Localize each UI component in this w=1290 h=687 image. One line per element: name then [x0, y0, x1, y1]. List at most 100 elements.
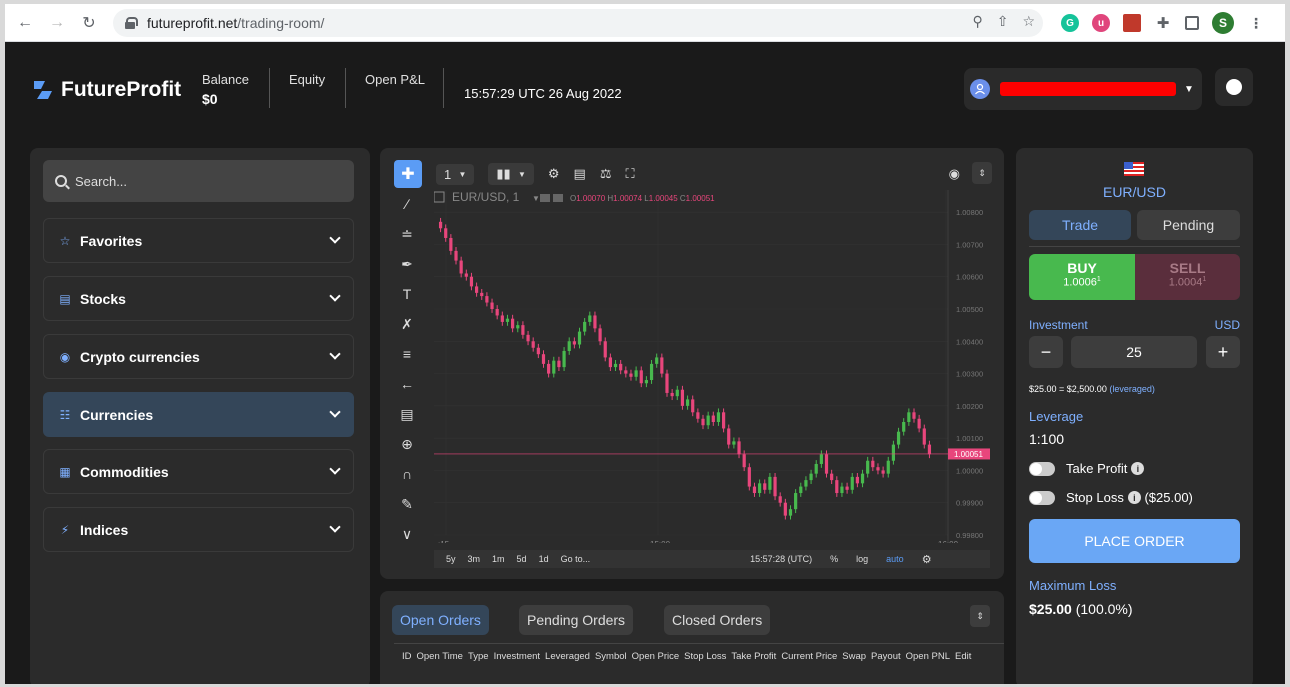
- share-icon[interactable]: ⇧: [997, 13, 1009, 30]
- text-tool-icon[interactable]: T: [403, 284, 412, 304]
- search-input[interactable]: Search...: [43, 160, 354, 202]
- y-tick-label: 1.00400: [956, 337, 983, 346]
- legend-eye-icon[interactable]: [540, 194, 550, 202]
- category-indices[interactable]: ⚡ Indices: [43, 507, 354, 552]
- candle-body: [737, 441, 741, 455]
- log-scale-toggle[interactable]: log: [856, 554, 868, 564]
- settings-icon[interactable]: ⚙: [548, 166, 560, 182]
- magnet-icon[interactable]: ∩: [402, 464, 412, 484]
- legend-settings-icon[interactable]: [553, 194, 563, 202]
- decrease-button[interactable]: −: [1029, 336, 1063, 368]
- interval-select[interactable]: 1 ▼: [436, 163, 475, 185]
- forward-icon[interactable]: →: [45, 11, 69, 35]
- camera-icon[interactable]: ◉: [949, 166, 960, 182]
- go-to-date[interactable]: Go to...: [561, 554, 591, 564]
- info-icon[interactable]: i: [1127, 491, 1141, 504]
- grammarly-extension-icon[interactable]: G: [1061, 14, 1079, 32]
- candle-body: [830, 473, 834, 481]
- orders-column-header: Edit: [955, 651, 972, 662]
- take-profit-label: Take Profit: [1066, 461, 1128, 476]
- x-tick-label: :15: [438, 540, 450, 543]
- theme-toggle-button[interactable]: [1215, 68, 1253, 106]
- chart-type-select[interactable]: ▮▮ ▼: [488, 163, 534, 185]
- candle-body: [809, 473, 813, 481]
- prediction-tool-icon[interactable]: ≡: [403, 344, 411, 364]
- category-commodities[interactable]: ▦ Commodities: [43, 449, 354, 494]
- pattern-tool-icon[interactable]: ✗: [401, 314, 413, 334]
- price-chart[interactable]: 1.00800 1.00700 1.00600 1.00500 1.00400 1.003…: [434, 190, 990, 543]
- category-stocks[interactable]: ▤ Stocks: [43, 276, 354, 321]
- tab-trade[interactable]: Trade: [1029, 210, 1131, 240]
- increase-button[interactable]: +: [1206, 336, 1240, 368]
- candle-body: [567, 341, 571, 351]
- sell-button[interactable]: SELL 1.00041: [1135, 254, 1240, 300]
- candle-body: [814, 463, 818, 474]
- auto-scale-toggle[interactable]: auto: [886, 554, 904, 564]
- address-bar[interactable]: futureprofit.net/trading-room/ ⚲ ⇧ ☆: [113, 9, 1043, 37]
- orders-column-header: Type: [467, 651, 489, 662]
- category-crypto[interactable]: ◉ Crypto currencies: [43, 334, 354, 379]
- fib-tool-icon[interactable]: ≐: [401, 224, 413, 244]
- expand-toggle-icon[interactable]: ⇕: [972, 162, 992, 184]
- candle-body: [763, 483, 767, 490]
- brand-logo[interactable]: FutureProfit: [31, 78, 181, 102]
- range-1d[interactable]: 1d: [539, 554, 549, 564]
- legend-collapse-icon[interactable]: [434, 191, 445, 203]
- expand-toggle-icon[interactable]: ⇕: [970, 605, 990, 627]
- zoom-icon[interactable]: ⚲: [972, 13, 982, 30]
- investment-input[interactable]: 25: [1071, 336, 1197, 368]
- stop-loss-toggle[interactable]: [1029, 491, 1055, 505]
- compare-icon[interactable]: ⚖: [600, 166, 612, 182]
- tab-closed-orders[interactable]: Closed Orders: [664, 605, 771, 635]
- puzzle-icon[interactable]: ✚: [1154, 14, 1172, 32]
- legend-symbol: EUR/USD, 1: [452, 190, 520, 204]
- place-order-button[interactable]: PLACE ORDER: [1029, 519, 1240, 563]
- candle-body: [747, 467, 751, 487]
- brush-tool-icon[interactable]: ✒: [401, 254, 413, 274]
- zoom-in-icon[interactable]: ⊕: [401, 434, 413, 454]
- range-3m[interactable]: 3m: [468, 554, 481, 564]
- candle-body: [639, 370, 643, 384]
- candle-body: [876, 467, 880, 471]
- candle-body: [758, 483, 762, 494]
- range-5y[interactable]: 5y: [446, 554, 456, 564]
- crosshair-icon[interactable]: ✚: [394, 160, 422, 188]
- take-profit-toggle[interactable]: [1029, 462, 1055, 476]
- candle-body: [788, 509, 793, 516]
- current-price-value: 1.00051: [954, 450, 983, 459]
- legend-caret-icon[interactable]: ▼: [532, 194, 540, 203]
- lock-drawing-icon[interactable]: ✎: [401, 494, 413, 514]
- category-currencies[interactable]: ☷ Currencies: [43, 392, 354, 437]
- drawing-tools: ∕ ≐ ✒ T ✗ ≡ ← ▤ ⊕ ∩ ✎ ∨: [394, 194, 420, 544]
- measure-tool-icon[interactable]: ▤: [400, 404, 413, 424]
- range-1m[interactable]: 1m: [492, 554, 505, 564]
- percent-scale-toggle[interactable]: %: [830, 554, 838, 564]
- profile-avatar[interactable]: S: [1212, 12, 1234, 34]
- info-icon[interactable]: i: [1131, 462, 1145, 475]
- ohlc-high: 1.00074: [613, 194, 642, 203]
- instrument-sidebar: Search... ☆ Favorites ▤ Stocks ◉ Crypto …: [30, 148, 370, 684]
- tab-pending-orders[interactable]: Pending Orders: [519, 605, 634, 635]
- chevron-down-icon[interactable]: ∨: [402, 524, 412, 544]
- side-panel-icon[interactable]: [1185, 16, 1199, 30]
- candle-body: [521, 325, 525, 335]
- gear-icon[interactable]: ⚙: [922, 553, 932, 566]
- tab-open-orders[interactable]: Open Orders: [392, 605, 489, 635]
- extension-icon[interactable]: u: [1092, 14, 1110, 32]
- back-icon[interactable]: ←: [13, 11, 37, 35]
- category-favorites[interactable]: ☆ Favorites: [43, 218, 354, 263]
- trendline-tool-icon[interactable]: ∕: [406, 194, 408, 214]
- tab-pending[interactable]: Pending: [1137, 210, 1240, 240]
- reload-icon[interactable]: ↻: [77, 11, 101, 35]
- indicators-icon[interactable]: ▤: [574, 166, 586, 182]
- browser-menu-icon[interactable]: ⋮: [1247, 14, 1265, 32]
- book-extension-icon[interactable]: [1123, 14, 1141, 32]
- fullscreen-icon[interactable]: ⛶: [625, 166, 634, 182]
- candle-body: [783, 502, 787, 516]
- candle-body: [598, 328, 602, 342]
- range-5d[interactable]: 5d: [517, 554, 527, 564]
- buy-button[interactable]: BUY 1.00061: [1029, 254, 1135, 300]
- bookmark-star-icon[interactable]: ☆: [1022, 13, 1035, 30]
- account-dropdown[interactable]: ▼: [964, 68, 1202, 110]
- arrow-left-icon[interactable]: ←: [400, 374, 414, 394]
